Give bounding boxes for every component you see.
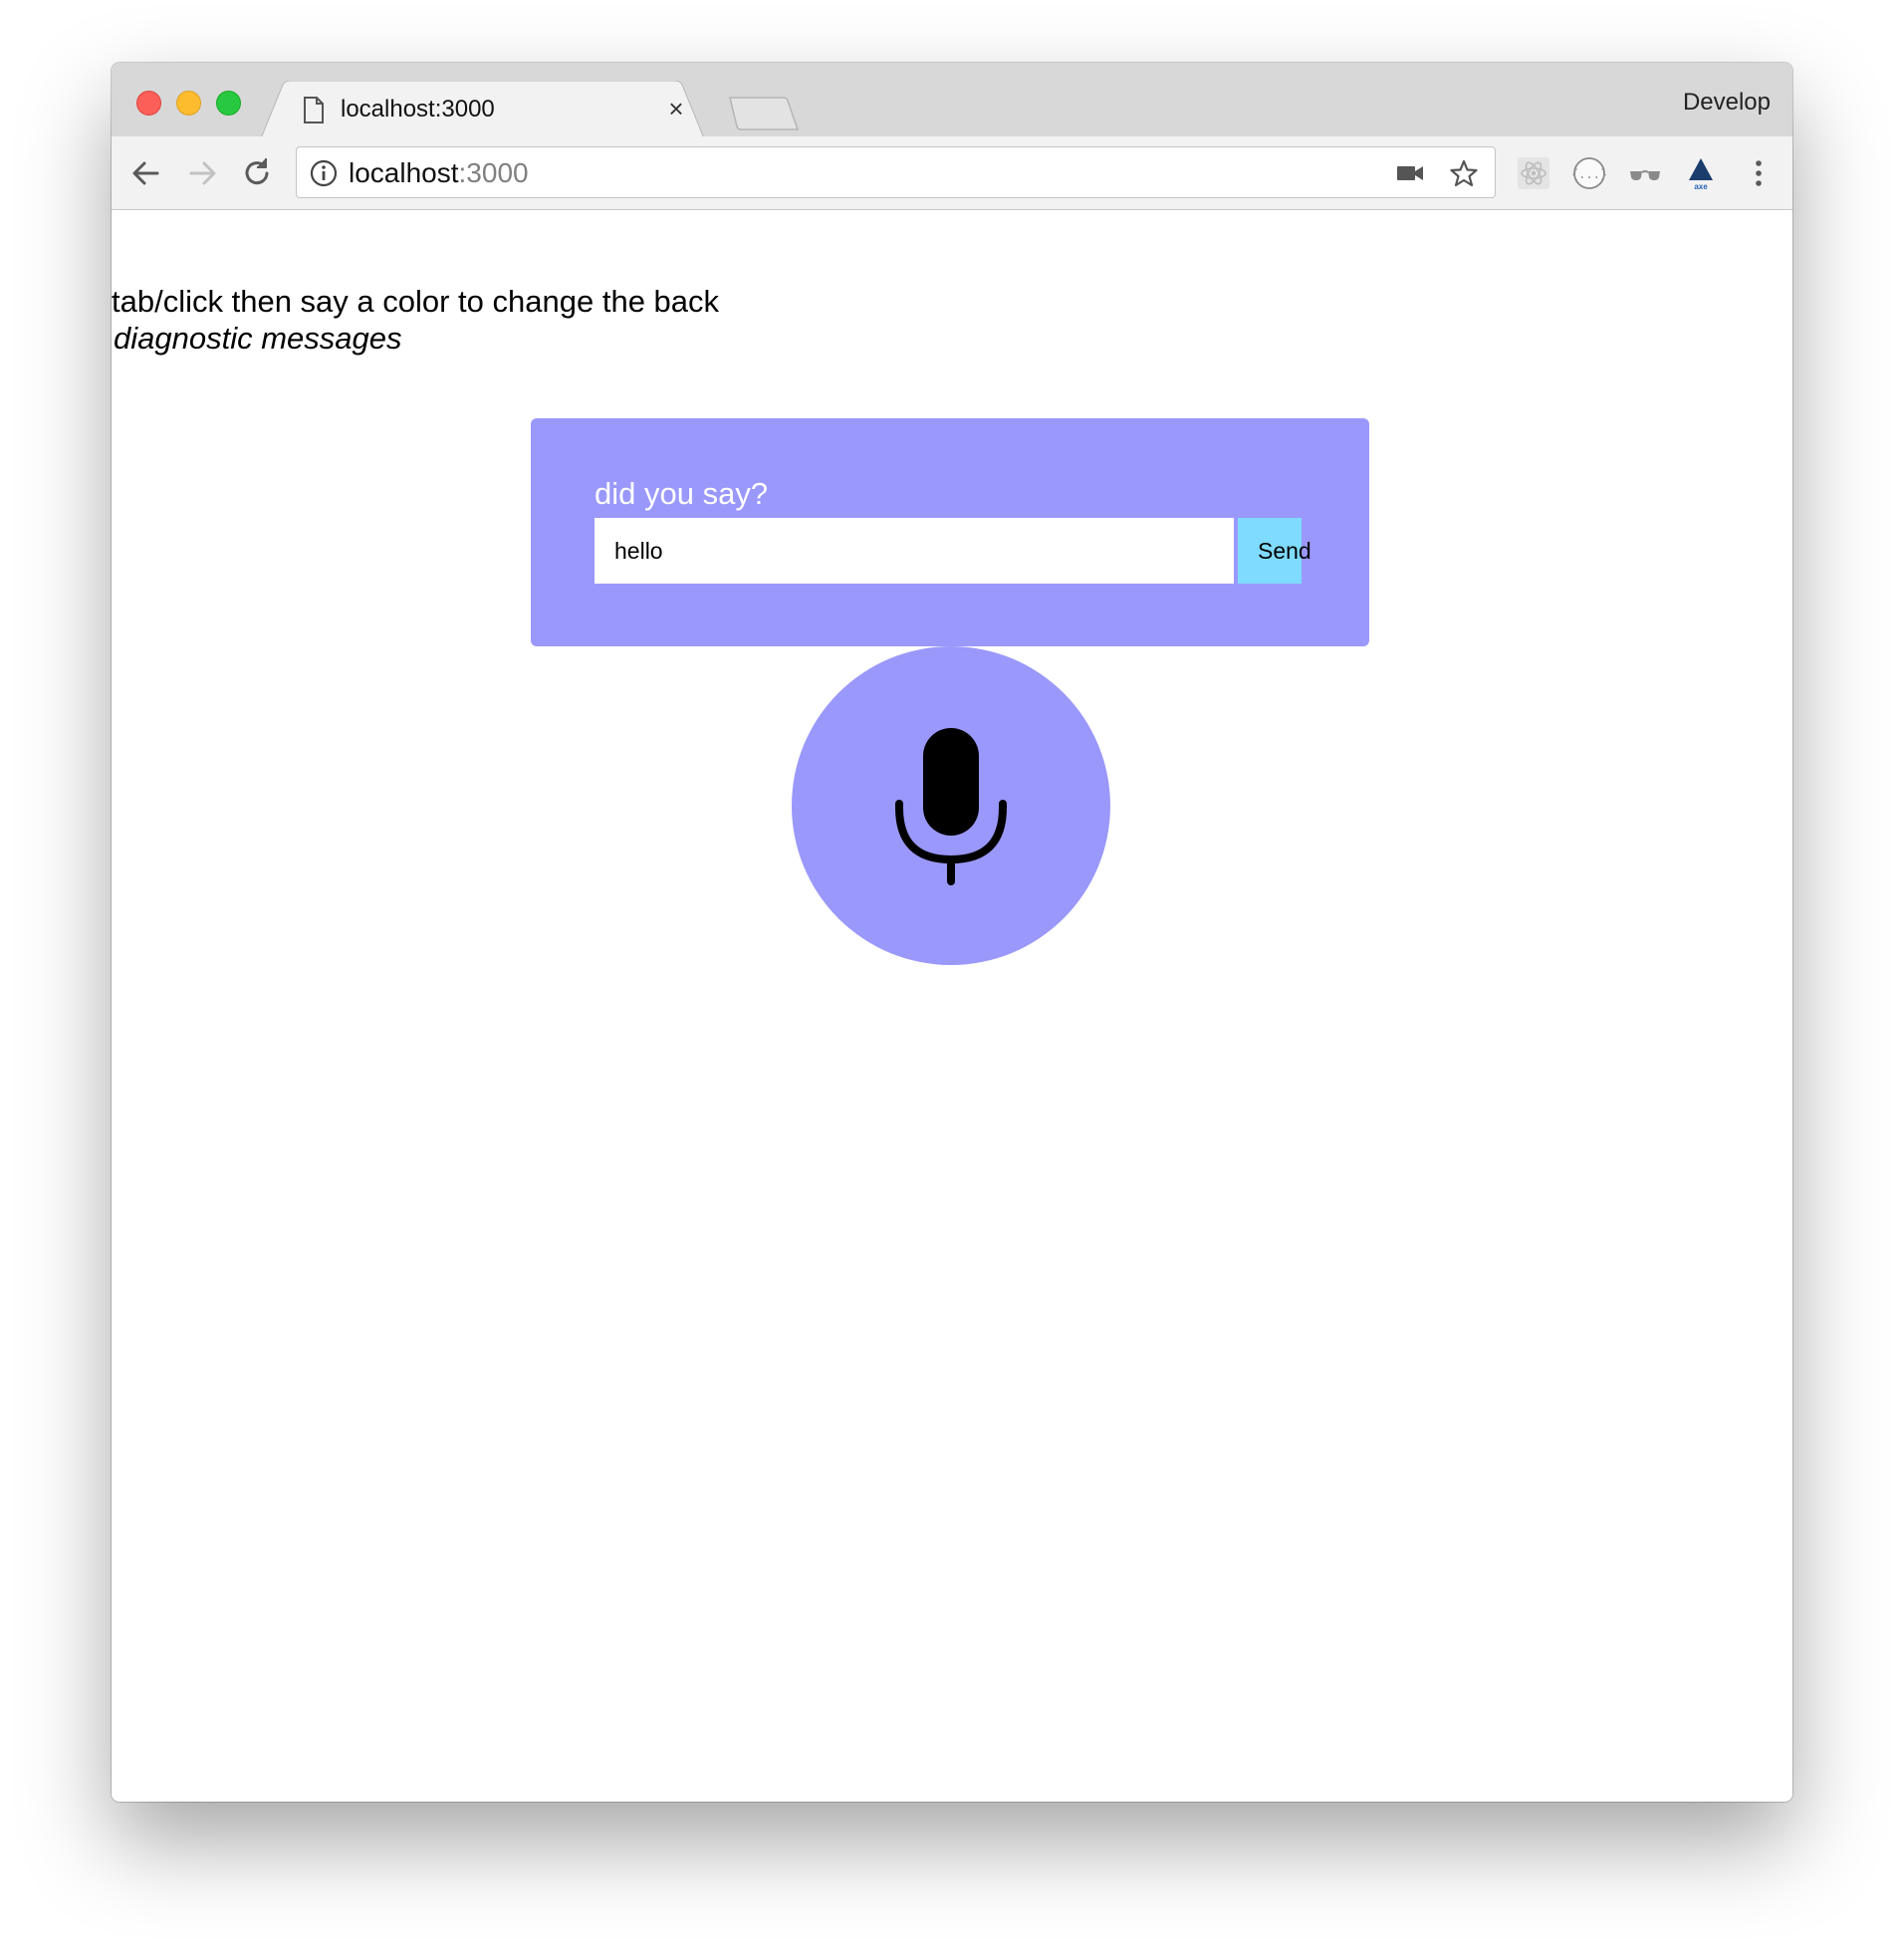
video-camera-icon[interactable] bbox=[1395, 159, 1425, 187]
star-icon[interactable] bbox=[1449, 159, 1479, 187]
url-host: localhost bbox=[349, 157, 459, 188]
maximize-window-button[interactable] bbox=[216, 91, 241, 116]
svg-text:axe: axe bbox=[1694, 182, 1708, 191]
speech-panel: did you say? Send bbox=[531, 418, 1369, 646]
kebab-menu-icon[interactable] bbox=[1741, 155, 1777, 191]
glasses-icon[interactable] bbox=[1627, 155, 1663, 191]
react-devtools-icon[interactable] bbox=[1516, 155, 1551, 191]
browser-toolbar: localhost:3000 {...} axe bbox=[112, 136, 1792, 210]
develop-menu[interactable]: Develop bbox=[1683, 87, 1771, 119]
svg-text:{...}: {...} bbox=[1571, 167, 1607, 181]
url-port: :3000 bbox=[458, 157, 529, 188]
microphone-button[interactable] bbox=[792, 646, 1110, 965]
address-bar[interactable]: localhost:3000 bbox=[296, 146, 1496, 198]
url-text[interactable]: localhost:3000 bbox=[349, 156, 529, 190]
document-icon bbox=[304, 97, 324, 123]
page-content: tab/click then say a color to change the… bbox=[112, 210, 1792, 1802]
tab-close-icon[interactable]: × bbox=[664, 96, 688, 122]
reload-icon[interactable] bbox=[238, 154, 276, 192]
tab-strip: localhost:3000 × Develop bbox=[112, 63, 1792, 138]
diagnostic-messages: diagnostic messages bbox=[114, 321, 402, 356]
json-braces-icon[interactable]: {...} bbox=[1571, 155, 1607, 191]
forward-arrow-icon[interactable] bbox=[183, 154, 221, 192]
close-window-button[interactable] bbox=[136, 91, 161, 116]
back-arrow-icon[interactable] bbox=[127, 154, 165, 192]
microphone-icon bbox=[895, 728, 1007, 885]
did-you-say-label: did you say? bbox=[595, 476, 769, 511]
send-button[interactable]: Send bbox=[1238, 518, 1311, 584]
tab-localhost[interactable]: localhost:3000 × bbox=[261, 81, 704, 138]
info-icon[interactable] bbox=[310, 159, 338, 187]
axe-icon[interactable]: axe bbox=[1683, 155, 1719, 191]
speech-text-input[interactable] bbox=[595, 518, 1234, 584]
tab-title: localhost:3000 bbox=[341, 96, 495, 122]
new-tab-button[interactable] bbox=[729, 97, 799, 130]
instructions-text: tab/click then say a color to change the… bbox=[112, 284, 720, 319]
browser-window: localhost:3000 × Develop localhost:3000 bbox=[112, 63, 1792, 1802]
minimize-window-button[interactable] bbox=[176, 91, 201, 116]
